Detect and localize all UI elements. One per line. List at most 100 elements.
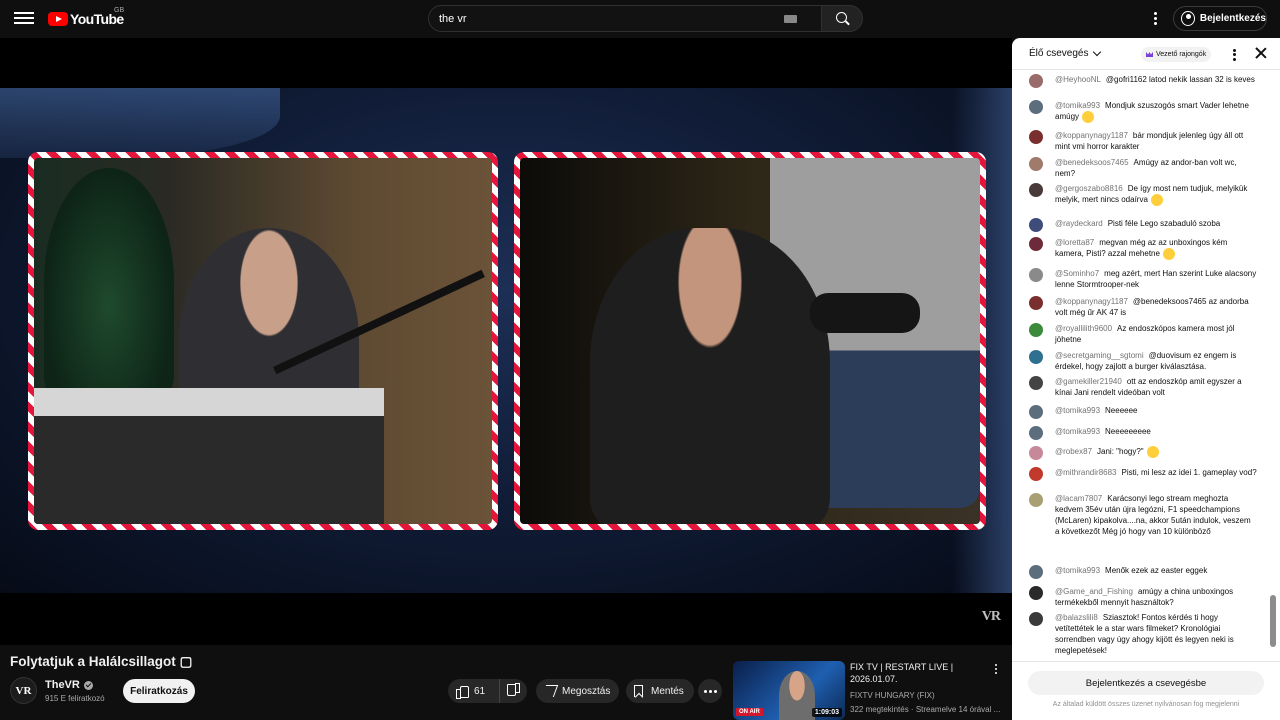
chat-avatar[interactable] (1029, 130, 1043, 144)
chat-avatar[interactable] (1029, 157, 1043, 171)
emoji-icon (1150, 194, 1163, 206)
chat-message: @gamekiller21940 ott az endoszkóp amit eg… (1029, 376, 1257, 398)
chat-message: @tomika993 Neeeeeeeee (1029, 426, 1257, 440)
chat-avatar[interactable] (1029, 565, 1043, 579)
save-button[interactable]: Mentés (626, 679, 694, 703)
chat-author[interactable]: @gamekiller21940 (1055, 377, 1122, 386)
chat-message: @koppanynagy1187 @benedeksoos7465 az ando… (1029, 296, 1257, 318)
chat-author[interactable]: @mithrandir8683 (1055, 468, 1116, 477)
chat-avatar[interactable] (1029, 350, 1043, 364)
chat-author[interactable]: @robex87 (1055, 447, 1092, 456)
chat-author[interactable]: @lacam7807 (1055, 494, 1102, 503)
chat-author[interactable]: @tomika993 (1055, 101, 1100, 110)
emoji-icon (1162, 248, 1175, 260)
chat-mode-dropdown[interactable]: Élő csevegés (1029, 47, 1102, 59)
top-bar: YouTube GB Bejelentkezés (0, 0, 1280, 38)
subscribe-button[interactable]: Feliratkozás (123, 679, 195, 703)
on-air-badge: ON AIR (736, 708, 763, 716)
live-chat-panel: Élő csevegés Vezető rajongók @HeyhooNL @g… (1012, 38, 1280, 720)
chat-author[interactable]: @Sominho7 (1055, 269, 1099, 278)
chat-avatar[interactable] (1029, 586, 1043, 600)
bookmark-icon (634, 685, 643, 697)
chat-avatar[interactable] (1029, 74, 1043, 88)
recommended-title[interactable]: FIX TV | RESTART LIVE | 2026.01.07. (850, 661, 985, 685)
channel-name[interactable]: TheVR (45, 679, 93, 691)
chat-avatar[interactable] (1029, 405, 1043, 419)
chat-message: @koppanynagy1187 bár mondjuk jelenleg úgy… (1029, 130, 1257, 152)
chat-signin-button[interactable]: Bejelentkezés a csevegésbe (1028, 671, 1264, 695)
chat-author[interactable]: @gergoszabo8816 (1055, 184, 1123, 193)
chat-author[interactable]: @tomika993 (1055, 406, 1100, 415)
chat-author[interactable]: @koppanynagy1187 (1055, 297, 1128, 306)
close-icon[interactable] (1255, 47, 1267, 59)
chat-messages[interactable]: @HeyhooNL @gofri1162 latod nekik lassan 3… (1012, 71, 1280, 659)
chat-avatar[interactable] (1029, 296, 1043, 310)
microphone (810, 293, 920, 333)
chat-scrollbar[interactable] (1270, 595, 1276, 647)
top-fans-chip[interactable]: Vezető rajongók (1141, 47, 1212, 62)
chat-message: @mithrandir8683 Pisti, mi lesz az idei 1.… (1029, 467, 1257, 481)
chat-avatar[interactable] (1029, 493, 1043, 507)
like-button[interactable]: 61 (448, 679, 500, 703)
search-input[interactable] (439, 10, 769, 28)
chat-author[interactable]: @tomika993 (1055, 427, 1100, 436)
chat-message: @tomika993 Mondjuk szuszogós smart Vader … (1029, 100, 1257, 123)
chat-author[interactable]: @tomika993 (1055, 566, 1100, 575)
chat-author[interactable]: @benedeksoos7465 (1055, 158, 1129, 167)
chat-avatar[interactable] (1029, 467, 1043, 481)
search-button[interactable] (821, 5, 863, 32)
recommended-views: 322 megtekintés · Streamelve 14 órával .… (850, 705, 1000, 714)
share-icon (541, 685, 559, 697)
thumbs-up-icon (456, 685, 469, 699)
chevron-down-icon (1093, 47, 1102, 57)
chat-avatar[interactable] (1029, 100, 1043, 114)
chat-message: @loretta87 megvan még az az unboxingos ké… (1029, 237, 1257, 260)
video-duration: 1:09:03 (811, 708, 842, 717)
chat-text: Neeeeeeeee (1105, 427, 1151, 436)
chat-author[interactable]: @raydeckard (1055, 219, 1103, 228)
chat-avatar[interactable] (1029, 426, 1043, 440)
like-count: 61 (474, 685, 486, 697)
chat-avatar[interactable] (1029, 237, 1043, 251)
chat-author[interactable]: @Game_and_Fishing (1055, 587, 1133, 596)
chat-avatar[interactable] (1029, 218, 1043, 232)
menu-icon[interactable] (14, 9, 34, 29)
chat-author[interactable]: @secretgaming__sgtomi (1055, 351, 1144, 360)
search-box[interactable] (428, 5, 821, 32)
share-button[interactable]: Megosztás (536, 679, 619, 703)
youtube-logo[interactable]: YouTube GB (48, 7, 125, 28)
chat-author[interactable]: @loretta87 (1055, 238, 1094, 247)
channel-avatar[interactable]: VR (10, 677, 37, 704)
chat-avatar[interactable] (1029, 323, 1043, 337)
settings-more-icon[interactable] (1150, 10, 1160, 28)
chat-message: @robex87 Jani: "hogy?" (1029, 446, 1257, 460)
chat-author[interactable]: @HeyhooNL (1055, 75, 1101, 84)
chat-avatar[interactable] (1029, 268, 1043, 282)
emoji-icon (1082, 111, 1095, 123)
chat-message: @secretgaming__sgtomi @duovisum ez engem … (1029, 350, 1257, 372)
chat-more-icon[interactable] (1231, 47, 1237, 62)
signin-button[interactable]: Bejelentkezés (1173, 6, 1267, 31)
keyboard-icon[interactable] (784, 15, 797, 23)
webcam-frame-left (28, 152, 498, 530)
chat-author[interactable]: @koppanynagy1187 (1055, 131, 1128, 140)
video-player[interactable]: VR (0, 38, 1012, 645)
like-dislike-group: 61 (448, 679, 527, 703)
chat-text: Pisti, mi lesz az idei 1. gameplay vod? (1121, 468, 1257, 477)
more-actions-button[interactable] (698, 679, 722, 703)
recommended-more-icon[interactable] (992, 662, 1000, 676)
chat-message: @lacam7807 Karácsonyi lego stream meghozt… (1029, 493, 1257, 537)
chat-avatar[interactable] (1029, 376, 1043, 390)
chat-avatar[interactable] (1029, 446, 1043, 460)
recommended-thumbnail[interactable]: ON AIR 1:09:03 (733, 661, 845, 720)
region-code: GB (114, 7, 125, 14)
chat-text: Pisti féle Lego szabaduló szoba (1107, 219, 1221, 228)
recommended-channel[interactable]: FIXTV HUNGARY (FIX) (850, 689, 1000, 703)
chat-avatar[interactable] (1029, 612, 1043, 626)
chat-avatar[interactable] (1029, 183, 1043, 197)
chat-author[interactable]: @royallilith9600 (1055, 324, 1112, 333)
youtube-play-icon (48, 12, 68, 26)
emoji-icon (1146, 446, 1159, 458)
dislike-button[interactable] (500, 679, 527, 703)
chat-author[interactable]: @balazslili8 (1055, 613, 1098, 622)
